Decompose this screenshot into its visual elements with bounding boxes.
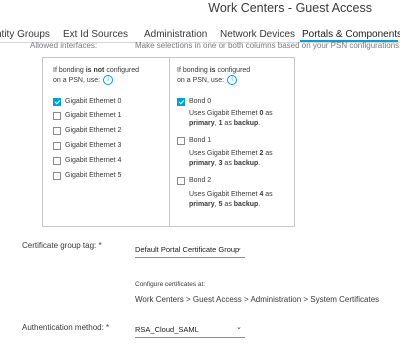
desc-bold: backup	[233, 120, 259, 127]
desc-text: Uses Gigabit Ethernet	[189, 191, 260, 198]
desc-text: .	[258, 201, 261, 208]
tab-portals-components[interactable]: Portals & Components	[302, 29, 400, 40]
bonded-column: If bonding is configured on a PSN, use: i	[177, 66, 289, 85]
certificate-select-underline	[135, 257, 245, 258]
heading-text: If bonding	[53, 67, 86, 74]
bond1-description: Uses Gigabit Ethernet 2 as primary, 3 as…	[189, 149, 289, 169]
allowed-interfaces-label: Allowed interfaces:	[30, 41, 98, 50]
authentication-method-label: Authentication method: *	[22, 323, 110, 332]
option-label: Bond 1	[189, 137, 212, 144]
app-title: Work Centers - Guest Access	[208, 1, 372, 15]
authentication-select-underline	[135, 337, 245, 338]
desc-bold: backup	[233, 160, 259, 167]
checkbox[interactable]	[53, 142, 61, 150]
tab-administration[interactable]: Administration	[144, 29, 207, 40]
chevron-down-icon[interactable]: ⌄	[236, 244, 242, 252]
authentication-method-select[interactable]: RSA_Cloud_SAML	[135, 325, 199, 334]
bonded-heading: If bonding is configured on a PSN, use: i	[177, 66, 289, 85]
desc-text: Uses Gigabit Ethernet	[189, 110, 260, 117]
certificate-group-select[interactable]: Default Portal Certificate Group	[135, 245, 239, 254]
tab-identity-groups[interactable]: ntity Groups	[0, 29, 50, 40]
tab-ext-id-sources[interactable]: Ext Id Sources	[63, 29, 128, 40]
option-label: Gigabit Ethernet 3	[65, 142, 122, 149]
desc-text: as	[222, 120, 234, 127]
bond2-description: Uses Gigabit Ethernet 4 as primary, 5 as…	[189, 190, 289, 210]
non-bonded-heading: If bonding is not configured on a PSN, u…	[53, 66, 165, 85]
interfaces-panel: If bonding is not configured on a PSN, u…	[42, 57, 295, 227]
option-label: Bond 2	[189, 177, 212, 184]
bond0-description: Uses Gigabit Ethernet 0 as primary, 1 as…	[189, 109, 289, 129]
checkbox-checked[interactable]	[177, 98, 185, 106]
desc-bold: primary	[189, 120, 215, 127]
heading-text: on a PSN, use:	[53, 76, 101, 84]
certificate-path-breadcrumb: Work Centers > Guest Access > Administra…	[135, 295, 380, 304]
desc-bold: primary	[189, 201, 215, 208]
checkbox[interactable]	[53, 127, 61, 135]
option-label: Bond 0	[189, 98, 212, 105]
checkbox[interactable]	[53, 112, 61, 120]
desc-text: as	[222, 160, 234, 167]
checkbox-checked[interactable]	[53, 98, 61, 106]
option-label: Gigabit Ethernet 2	[65, 127, 122, 134]
checkbox[interactable]	[177, 177, 185, 185]
option-label: Gigabit Ethernet 0	[65, 98, 122, 105]
non-bonded-column: If bonding is not configured on a PSN, u…	[53, 66, 165, 85]
desc-text: .	[258, 160, 261, 167]
certificate-group-label: Certificate group tag: *	[22, 241, 102, 250]
option-label: Gigabit Ethernet 5	[65, 172, 122, 179]
heading-text: configured	[104, 67, 140, 74]
column-divider	[169, 58, 170, 226]
desc-text: as	[263, 110, 273, 117]
desc-text: as	[263, 191, 273, 198]
desc-text: .	[258, 120, 261, 127]
desc-text: as	[263, 150, 273, 157]
chevron-down-icon[interactable]: ⌄	[236, 323, 242, 331]
heading-text: on a PSN, use:	[177, 76, 225, 84]
info-icon[interactable]: i	[103, 75, 114, 85]
info-icon[interactable]: i	[227, 75, 238, 85]
configure-certificates-text: Configure certificates at:	[135, 281, 206, 288]
checkbox[interactable]	[177, 137, 185, 145]
checkbox[interactable]	[53, 157, 61, 165]
option-label: Gigabit Ethernet 1	[65, 112, 122, 119]
desc-text: as	[222, 201, 234, 208]
desc-bold: primary	[189, 160, 215, 167]
desc-text: Uses Gigabit Ethernet	[189, 150, 260, 157]
desc-bold: backup	[233, 201, 259, 208]
tab-network-devices[interactable]: Network Devices	[220, 29, 295, 40]
heading-text: If bonding	[177, 67, 210, 74]
heading-bold: is not	[85, 67, 105, 74]
heading-text: configured	[215, 67, 251, 74]
checkbox[interactable]	[53, 172, 61, 180]
allowed-interfaces-help: Make selections in one or both columns b…	[135, 41, 400, 50]
option-label: Gigabit Ethernet 4	[65, 157, 122, 164]
